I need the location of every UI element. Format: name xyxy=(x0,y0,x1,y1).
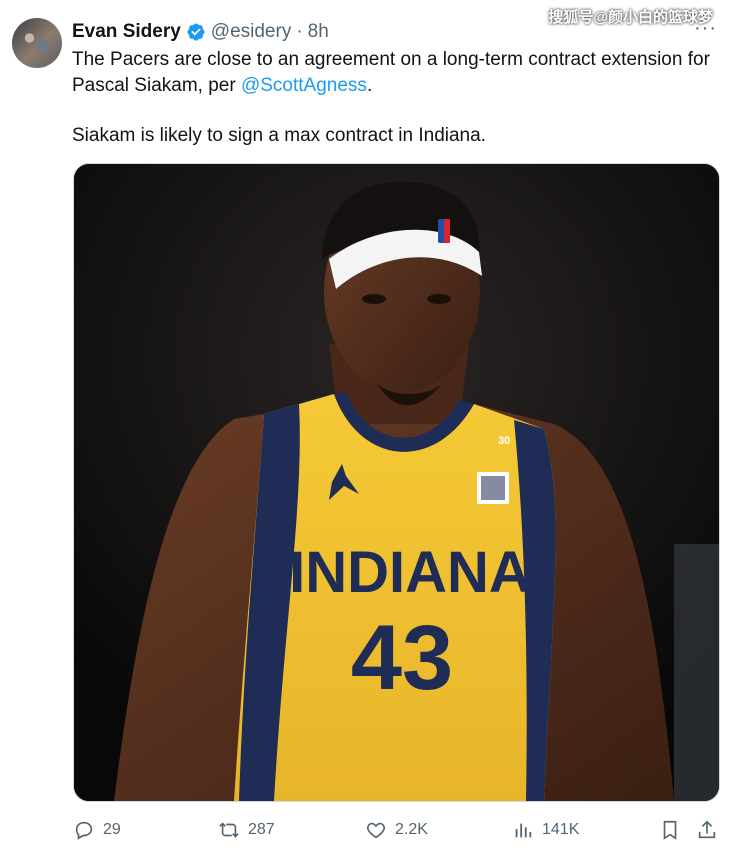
tweet-text: The Pacers are close to an agreement on … xyxy=(72,47,722,149)
heart-icon xyxy=(367,822,385,839)
like-button[interactable]: 2.2K xyxy=(365,812,428,848)
author-name[interactable]: Evan Sidery xyxy=(72,21,181,43)
share-icon xyxy=(698,820,716,839)
jersey-number: 43 xyxy=(351,607,453,709)
tweet-actions: 29 287 2.2K 141K xyxy=(0,812,729,848)
tweet-text-line2: Siakam is likely to sign a max contract … xyxy=(72,125,486,146)
watermark: 搜狐号@颜小白的篮球梦 xyxy=(548,9,713,26)
views-count: 141K xyxy=(542,821,580,838)
reply-icon xyxy=(75,821,93,840)
repost-button[interactable]: 287 xyxy=(218,812,275,848)
strap-number: 30 xyxy=(498,435,510,447)
repost-icon xyxy=(219,822,239,838)
bookmark-button[interactable] xyxy=(659,812,681,848)
reply-button[interactable]: 29 xyxy=(73,812,121,848)
author-handle[interactable]: @esidery xyxy=(211,21,292,43)
repost-count: 287 xyxy=(248,821,275,838)
views-button[interactable]: 141K xyxy=(512,812,579,848)
share-button[interactable] xyxy=(696,812,718,848)
tweet: Evan Sidery @esidery · 8h 搜狐号@颜小白的篮球梦 ··… xyxy=(0,0,729,851)
player-photo: INDIANA 43 30 xyxy=(74,164,719,801)
timestamp[interactable]: 8h xyxy=(308,21,329,43)
tweet-media-photo[interactable]: INDIANA 43 30 xyxy=(73,163,720,802)
like-count: 2.2K xyxy=(395,821,428,838)
separator-dot: · xyxy=(296,21,303,42)
tweet-text-line1: The Pacers are close to an agreement on … xyxy=(72,49,710,96)
bookmark-icon xyxy=(663,820,677,840)
user-avatar[interactable] xyxy=(12,18,62,68)
mention-link[interactable]: @ScottAgness xyxy=(241,75,367,96)
verified-badge-icon[interactable] xyxy=(186,22,206,42)
tweet-text-line1-suffix: . xyxy=(366,75,373,96)
reply-count: 29 xyxy=(103,821,121,838)
more-options-icon[interactable]: ··· xyxy=(694,18,717,38)
views-icon xyxy=(515,823,532,838)
tweet-header: Evan Sidery @esidery · 8h xyxy=(72,19,329,45)
jersey-team: INDIANA xyxy=(289,540,531,605)
